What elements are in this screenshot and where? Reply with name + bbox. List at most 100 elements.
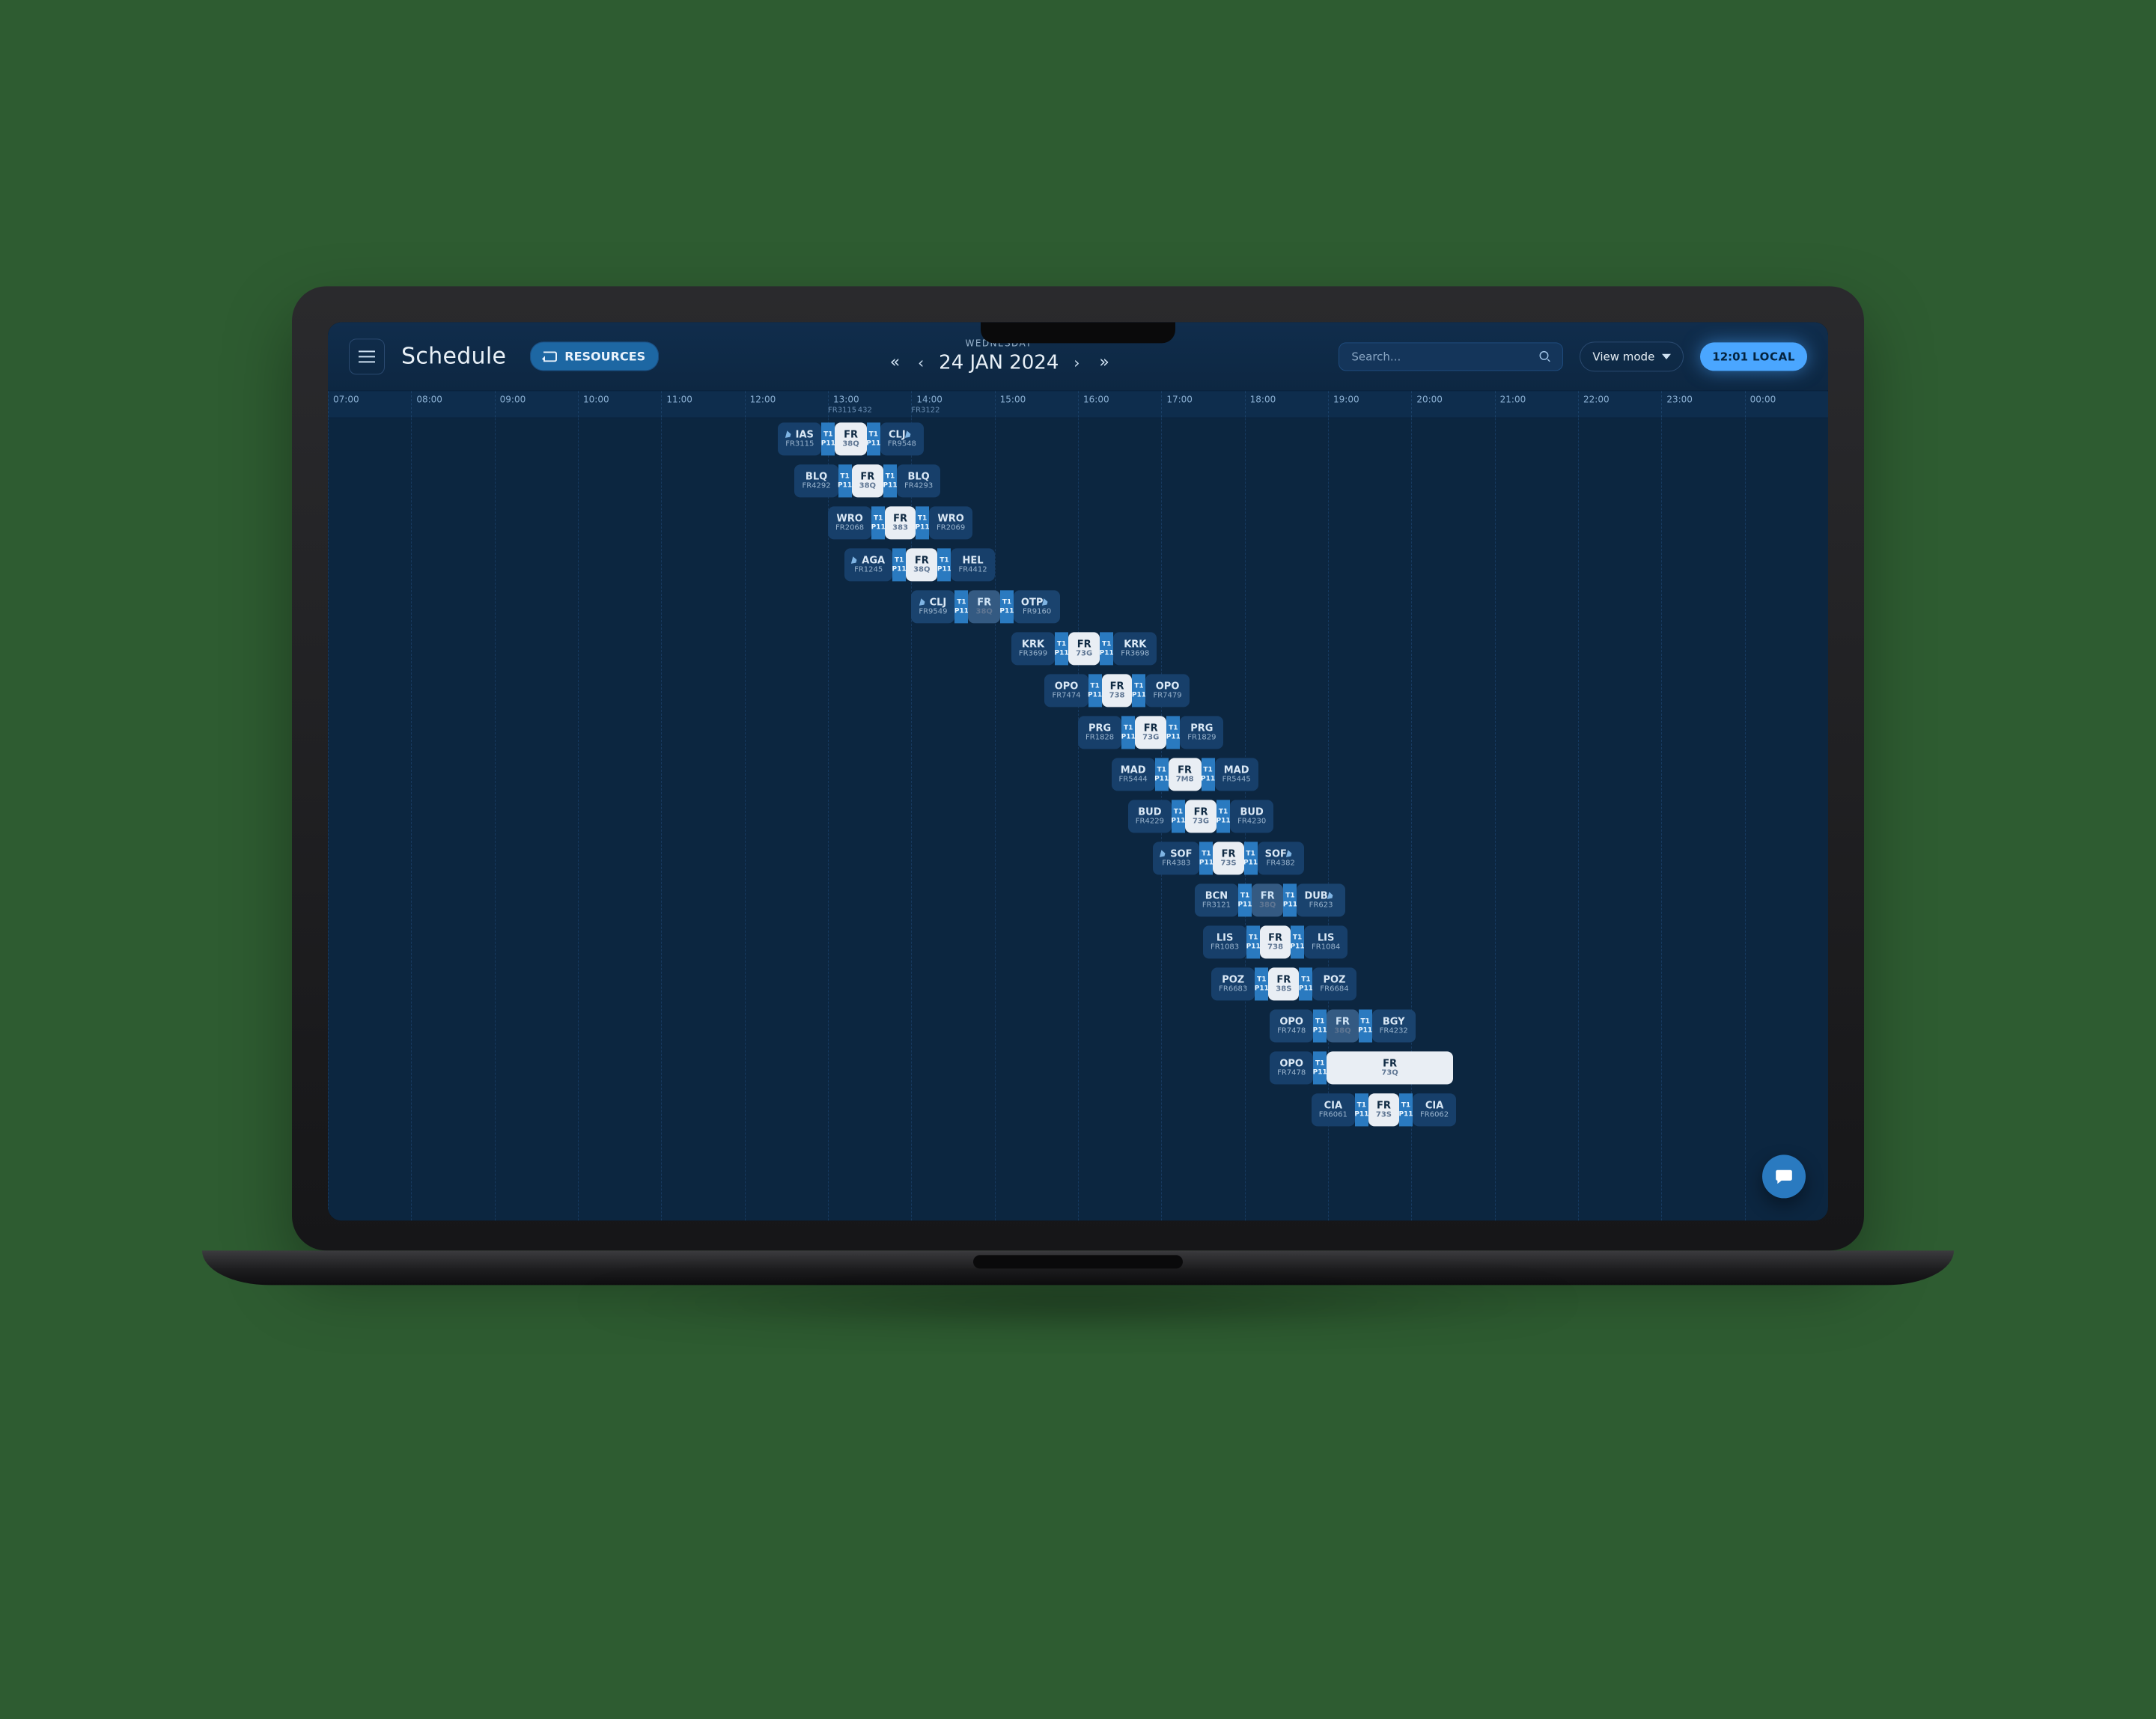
depart-seg: CIAFR6062	[1413, 1093, 1456, 1126]
gate-chip: T1P11	[1283, 883, 1297, 916]
flight-block[interactable]: MADFR5444T1P11 FR7M8T1P11 MADFR5445	[1112, 758, 1378, 791]
gantt-row: CLJFR9549T1P11 FR38QT1P11 OTPFR9160	[328, 585, 1828, 627]
arrive-seg: BLQFR4292	[794, 464, 838, 497]
arrive-seg: PRGFR1828	[1078, 716, 1121, 749]
current-date: 24 JAN 2024	[939, 351, 1059, 374]
arrive-seg: CIAFR6061	[1312, 1093, 1355, 1126]
depart-seg: DUBFR623	[1297, 883, 1345, 916]
flight-block[interactable]: OPOFR7478T1P11 FR73Q	[1270, 1051, 1453, 1084]
flight-block[interactable]: KRKFR3699T1P11 FR73GT1P11 KRKFR3698	[1011, 632, 1228, 665]
gantt-row: BLQFR4292T1P11 FR38QT1P11 BLQFR4293	[328, 460, 1828, 502]
clock-badge[interactable]: 12:01 LOCAL	[1700, 342, 1807, 371]
plane-icon	[1286, 850, 1295, 859]
ruler-sublabel: FR3122	[911, 406, 940, 414]
depart-seg: OPOFR7479	[1145, 674, 1189, 707]
flight-block[interactable]: OPOFR7478T1P11 FR38QT1P11 BGYFR4232	[1270, 1009, 1486, 1042]
gate-chip: T1P11	[1313, 1009, 1327, 1042]
view-mode-label: View mode	[1592, 350, 1654, 363]
prev-week-button[interactable]: «	[886, 350, 903, 374]
plane-icon	[919, 598, 928, 607]
gate-chip: T1P11	[1172, 800, 1185, 833]
arrive-seg: WROFR2068	[828, 506, 871, 539]
gate-chip: T1P11	[1100, 632, 1113, 665]
gate-chip: T1P11	[1313, 1051, 1327, 1084]
flight-block[interactable]: PRGFR1828T1P11 FR73GT1P11 PRGFR1829	[1078, 716, 1294, 749]
depart-seg: HELFR4412	[951, 548, 994, 581]
arrive-seg: LISFR1083	[1203, 925, 1246, 958]
ruler-hour: 11:00	[666, 394, 692, 404]
turn-seg: FR38Q	[835, 422, 866, 455]
gate-chip: T1P11	[838, 464, 852, 497]
next-week-button[interactable]: »	[1094, 350, 1112, 374]
gate-chip: T1P11	[916, 506, 929, 539]
gate-chip: T1P11	[1155, 758, 1169, 791]
flight-block[interactable]: BCNFR3121T1P11 FR38QT1P11 DUBFR623	[1195, 883, 1395, 916]
plane-icon	[1160, 850, 1169, 859]
arrive-seg: SOFFR4383	[1153, 842, 1199, 874]
gate-chip: T1P11	[1238, 883, 1252, 916]
laptop-mockup: Schedule RESOURCES WEDNESDAY « ‹ 24 JAN …	[292, 286, 1864, 1328]
flight-block[interactable]: WROFR2068T1P11 FR383T1P11 WROFR2069	[828, 506, 1044, 539]
search-field[interactable]	[1339, 342, 1563, 371]
gantt-row: IASFR3115T1P11 FR38QT1P11 CLJFR9548	[328, 418, 1828, 460]
ruler-hour: 15:00	[1000, 394, 1026, 404]
ruler-hour: 20:00	[1416, 394, 1443, 404]
gantt-row: BUDFR4229T1P11 FR73GT1P11 BUDFR4230	[328, 795, 1828, 837]
chat-fab[interactable]	[1762, 1154, 1806, 1198]
gantt-row: MADFR5444T1P11 FR7M8T1P11 MADFR5445	[328, 753, 1828, 795]
gantt-row: OPOFR7474T1P11 FR738T1P11 OPOFR7479	[328, 669, 1828, 711]
depart-seg: SOFFR4382	[1258, 842, 1304, 874]
flight-block[interactable]: CIAFR6061T1P11 FR73ST1P11 CIAFR6062	[1312, 1093, 1528, 1126]
flight-block[interactable]: CLJFR9549T1P11 FR38QT1P11 OTPFR9160	[911, 590, 1195, 623]
flight-block[interactable]: IASFR3115T1P11 FR38QT1P11 CLJFR9548	[778, 422, 1028, 455]
turn-seg: FR73Q	[1327, 1051, 1453, 1084]
gate-chip: T1P11	[1359, 1009, 1372, 1042]
flight-block[interactable]: LISFR1083T1P11 FR738T1P11 LISFR1084	[1203, 925, 1437, 958]
depart-seg: WROFR2069	[929, 506, 972, 539]
gantt-row: SOFFR4383T1P11 FR73ST1P11 SOFFR4382	[328, 837, 1828, 879]
flight-block[interactable]: SOFFR4383T1P11 FR73ST1P11 SOFFR4382	[1153, 842, 1386, 874]
arrive-seg: OPOFR7474	[1044, 674, 1088, 707]
page-title: Schedule	[401, 343, 506, 369]
gantt-chart[interactable]: IASFR3115T1P11 FR38QT1P11 CLJFR9548 BLQF…	[328, 418, 1828, 1220]
resources-icon	[543, 351, 557, 362]
plane-icon	[785, 430, 794, 439]
gantt-rows: IASFR3115T1P11 FR38QT1P11 CLJFR9548 BLQF…	[328, 418, 1828, 1220]
view-mode-dropdown[interactable]: View mode	[1580, 341, 1684, 371]
gantt-row: CIAFR6061T1P11 FR73ST1P11 CIAFR6062	[328, 1089, 1828, 1131]
flight-block[interactable]: OPOFR7474T1P11 FR738T1P11 OPOFR7479	[1044, 674, 1261, 707]
flight-block[interactable]: BLQFR4292T1P11 FR38QT1P11 BLQFR4293	[794, 464, 1011, 497]
laptop-lid: Schedule RESOURCES WEDNESDAY « ‹ 24 JAN …	[292, 286, 1864, 1250]
turn-seg: FR7M8	[1169, 758, 1202, 791]
depart-seg: CLJFR9548	[880, 422, 924, 455]
date-row: « ‹ 24 JAN 2024 › »	[886, 350, 1112, 374]
flight-block[interactable]: POZFR6683T1P11 FR38ST1P11 POZFR6684	[1211, 967, 1428, 1000]
gate-chip: T1P11	[1088, 674, 1102, 707]
turn-seg: FR73S	[1368, 1093, 1399, 1126]
gate-chip: T1P11	[883, 464, 897, 497]
gantt-row: POZFR6683T1P11 FR38ST1P11 POZFR6684	[328, 963, 1828, 1005]
ruler-hour: 14:00	[916, 394, 943, 404]
flight-block[interactable]: AGAFR1245T1P11 FR38QT1P11 HELFR4412	[844, 548, 1094, 581]
gate-chip: T1P11	[1255, 967, 1268, 1000]
depart-seg: BUDFR4230	[1230, 800, 1273, 833]
flight-block[interactable]: BUDFR4229T1P11 FR73GT1P11 BUDFR4230	[1128, 800, 1345, 833]
search-icon	[1538, 350, 1552, 363]
resources-button[interactable]: RESOURCES	[530, 341, 659, 371]
depart-seg: OTPFR9160	[1014, 590, 1060, 623]
turn-seg: FR73S	[1213, 842, 1243, 874]
search-input[interactable]	[1350, 349, 1538, 364]
chat-icon	[1774, 1166, 1794, 1186]
next-day-button[interactable]: ›	[1069, 350, 1084, 374]
gantt-row: PRGFR1828T1P11 FR73GT1P11 PRGFR1829	[328, 711, 1828, 753]
ruler-hour: 07:00	[333, 394, 359, 404]
gate-chip: T1P11	[1166, 716, 1180, 749]
ruler-sublabel: · 432	[853, 406, 871, 414]
arrive-seg: POZFR6683	[1211, 967, 1255, 1000]
gantt-row: LISFR1083T1P11 FR738T1P11 LISFR1084	[328, 921, 1828, 963]
turn-seg: FR738	[1102, 674, 1133, 707]
gate-chip: T1P11	[821, 422, 835, 455]
menu-button[interactable]	[349, 338, 385, 374]
resources-label: RESOURCES	[564, 349, 645, 363]
prev-day-button[interactable]: ‹	[913, 350, 928, 374]
